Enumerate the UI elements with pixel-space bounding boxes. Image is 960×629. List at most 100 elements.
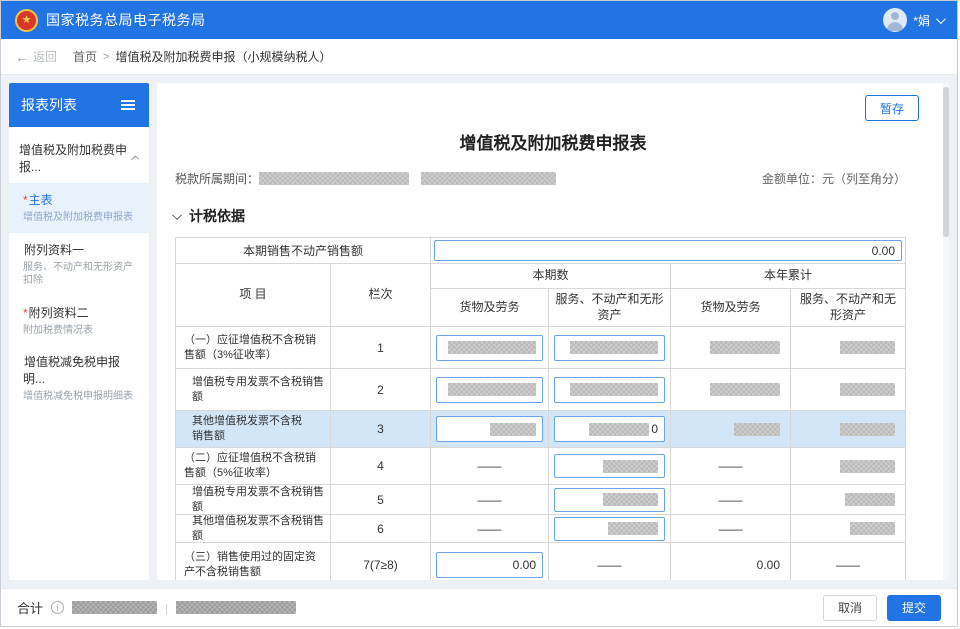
submit-button[interactable]: 提交 (887, 595, 941, 621)
cell-r6-cur-services (549, 515, 671, 543)
collapse-menu-icon[interactable] (121, 104, 135, 106)
section-title: 计税依据 (189, 206, 245, 226)
sidebar-item-sub: 增值税及附加税费申报表 (23, 211, 141, 225)
app-title: 国家税务总局电子税务局 (46, 10, 206, 30)
sidebar-item-label: 附列资料一 (23, 241, 141, 258)
redacted-value (840, 341, 895, 354)
input-r7-cur-goods[interactable]: 0.00 (436, 552, 543, 578)
sidebar-item-main-form[interactable]: *主表 增值税及附加税费申报表 (9, 183, 149, 233)
property-sales-input[interactable]: 0.00 (434, 240, 902, 261)
breadcrumb-separator: > (103, 51, 109, 63)
redacted-value (490, 423, 536, 436)
redacted-value (570, 383, 658, 396)
row-item-label: 其他增值税发票不含税销售额 (176, 515, 331, 543)
user-menu[interactable]: *娟 (883, 8, 943, 32)
input-r2-cur-goods[interactable] (436, 377, 543, 403)
row-column-no: 4 (331, 448, 431, 485)
row-column-no: 6 (331, 515, 431, 543)
sidebar-group-vat[interactable]: 增值税及附加税费申报... (9, 127, 149, 183)
input-r3-cur-services[interactable]: 0 (554, 416, 665, 442)
report-list-sidebar: 报表列表 增值税及附加税费申报... *主表 增值税及附加税费申报表 附列资料一… (9, 83, 149, 580)
input-r1-cur-services[interactable] (554, 335, 665, 361)
redacted-value (710, 383, 780, 396)
footer-total: 合计 | (17, 598, 296, 617)
breadcrumb-current: 增值税及附加税费申报（小规模纳税人） (115, 48, 331, 65)
row-item-label: 增值税专用发票不含税销售额 (176, 369, 331, 411)
sidebar-item-label: 增值税减免税申报明... (23, 353, 141, 387)
cell-r2-cur-goods (431, 369, 549, 411)
cell-r2-cur-services (549, 369, 671, 411)
user-name: *娟 (913, 12, 930, 29)
save-draft-button[interactable]: 暂存 (865, 95, 919, 121)
breadcrumb-home[interactable]: 首页 (73, 48, 97, 65)
redacted-period-end (421, 172, 556, 185)
sidebar-item-label: *主表 (23, 191, 141, 208)
cell-r1-ytd-goods (671, 327, 791, 369)
sidebar-item-appendix-2[interactable]: *附列资料二 附加税费情况表 (9, 296, 149, 346)
redacted-value (448, 341, 536, 354)
redacted-value (710, 341, 780, 354)
footer-bar: 合计 | 取消 提交 (1, 588, 957, 626)
row-column-no: 1 (331, 327, 431, 369)
sidebar-item-appendix-1[interactable]: 附列资料一 服务、不动产和无形资产扣除 (9, 233, 149, 296)
cell-r5-cur-goods: —— (431, 485, 549, 515)
sidebar-item-sub: 服务、不动产和无形资产扣除 (23, 261, 141, 288)
input-r2-cur-services[interactable] (554, 377, 665, 403)
sidebar-group-label: 增值税及附加税费申报... (19, 141, 134, 175)
input-r1-cur-goods[interactable] (436, 335, 543, 361)
cell-r3-cur-services: 0 (549, 411, 671, 448)
required-mark: * (23, 306, 28, 320)
footer-actions: 取消 提交 (823, 595, 941, 621)
sidebar-item-vat-reduction[interactable]: 增值税减免税申报明... 增值税减免税申报明细表 (9, 345, 149, 412)
redacted-period-start (259, 172, 409, 185)
cell-r3-ytd-goods (671, 411, 791, 448)
redacted-value (589, 423, 649, 436)
sidebar-item-sub: 增值税减免税申报明细表 (23, 390, 141, 404)
redacted-value (608, 522, 658, 535)
cell-r7-cur-goods: 0.00 (431, 543, 549, 580)
cell-r7-cur-services: —— (549, 543, 671, 580)
row-column-no: 2 (331, 369, 431, 411)
redacted-value (840, 460, 895, 473)
declaration-form-card: 暂存 增值税及附加税费申报表 税款所属期间： 金额单位：元（列至角分） 计税依据… (157, 83, 949, 580)
input-r4-cur-services[interactable] (554, 454, 665, 478)
scrollbar-thumb[interactable] (943, 87, 949, 237)
header-goods-services: 货物及劳务 (671, 289, 791, 327)
redacted-total-1 (72, 601, 157, 614)
redacted-value (850, 522, 895, 535)
cell-r1-cur-services (549, 327, 671, 369)
chevron-down-icon (172, 210, 182, 220)
required-mark: * (23, 193, 28, 207)
input-r5-cur-services[interactable] (554, 488, 665, 512)
avatar[interactable] (883, 8, 907, 32)
section-tax-basis[interactable]: 计税依据 (175, 205, 931, 227)
cell-r6-cur-goods: —— (431, 515, 549, 543)
input-r3-cur-goods[interactable] (436, 416, 543, 442)
brand: ★ 国家税务总局电子税务局 (15, 9, 206, 32)
redacted-value (603, 460, 658, 473)
row-column-no: 3 (331, 411, 431, 448)
cell-r4-cur-goods: —— (431, 448, 549, 485)
input-r6-cur-services[interactable] (554, 517, 665, 541)
cell-r6-ytd-services (791, 515, 906, 543)
back-button[interactable]: ← 返回 (15, 48, 57, 65)
cell-r3-ytd-services (791, 411, 906, 448)
redacted-value (840, 383, 895, 396)
info-icon[interactable] (51, 601, 64, 614)
row-item-label: 其他增值税发票不含税销售额 (176, 411, 331, 448)
top-header: ★ 国家税务总局电子税务局 *娟 (1, 1, 957, 39)
form-meta-row: 税款所属期间： 金额单位：元（列至角分） (175, 165, 906, 191)
cancel-button[interactable]: 取消 (823, 595, 877, 621)
cell-r5-ytd-services (791, 485, 906, 515)
cell-r7-ytd-services: —— (791, 543, 906, 580)
cell-r2-ytd-services (791, 369, 906, 411)
form-title: 增值税及附加税费申报表 (157, 131, 949, 157)
national-emblem-icon: ★ (15, 9, 38, 32)
row-item-label: 增值税专用发票不含税销售额 (176, 485, 331, 515)
cell-r4-ytd-services (791, 448, 906, 485)
property-sales-label: 本期销售不动产销售额 (176, 238, 431, 264)
header-services-property: 服务、不动产和无形资产 (549, 289, 671, 327)
row-item-label: （二）应征增值税不含税销售额（5%征收率） (176, 448, 331, 485)
cell-r5-ytd-goods: —— (671, 485, 791, 515)
chevron-down-icon (936, 14, 946, 24)
